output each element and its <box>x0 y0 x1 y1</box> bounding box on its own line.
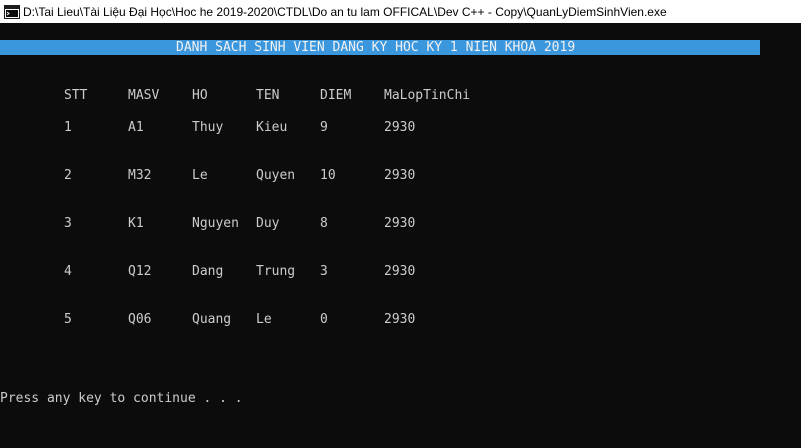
cell-diem: 9 <box>320 120 328 135</box>
cell-diem: 3 <box>320 264 328 279</box>
cell-stt: 1 <box>64 120 72 135</box>
cell-stt: 2 <box>64 168 72 183</box>
column-header-masv: MASV <box>128 88 160 103</box>
cell-masv: M32 <box>128 168 152 183</box>
cell-stt: 5 <box>64 312 72 327</box>
window-title: D:\Tai Lieu\Tài Liệu Đại Học\Hoc he 2019… <box>23 4 667 19</box>
cell-malop: 2930 <box>384 216 416 231</box>
cell-ten: Kieu <box>256 120 288 135</box>
table-row: 1 A1 Thuy Kieu 9 2930 <box>0 120 801 136</box>
table-row: 2 M32 Le Quyen 10 2930 <box>0 168 801 184</box>
column-header-ho: HO <box>192 88 208 103</box>
table-row: 5 Q06 Quang Le 0 2930 <box>0 312 801 328</box>
cell-diem: 10 <box>320 168 336 183</box>
cell-ten: Trung <box>256 264 296 279</box>
cell-malop: 2930 <box>384 120 416 135</box>
console-window: D:\Tai Lieu\Tài Liệu Đại Học\Hoc he 2019… <box>0 0 801 448</box>
table-row: 3 K1 Nguyen Duy 8 2930 <box>0 216 801 232</box>
title-bar[interactable]: D:\Tai Lieu\Tài Liệu Đại Học\Hoc he 2019… <box>0 0 801 23</box>
column-header-malop: MaLopTinChi <box>384 88 471 103</box>
cell-malop: 2930 <box>384 312 416 327</box>
cell-stt: 3 <box>64 216 72 231</box>
column-header-diem: DIEM <box>320 88 352 103</box>
cell-ten: Quyen <box>256 168 296 183</box>
cell-masv: Q06 <box>128 312 152 327</box>
header-banner: DANH SACH SINH VIEN DANG KY HOC KY 1 NIE… <box>0 40 760 55</box>
cell-malop: 2930 <box>384 264 416 279</box>
cell-ho: Le <box>192 168 208 183</box>
cell-diem: 0 <box>320 312 328 327</box>
cell-ho: Thuy <box>192 120 224 135</box>
column-header-ten: TEN <box>256 88 280 103</box>
cell-ho: Nguyen <box>192 216 239 231</box>
cell-masv: K1 <box>128 216 144 231</box>
cell-ten: Le <box>256 312 272 327</box>
cell-malop: 2930 <box>384 168 416 183</box>
column-header-stt: STT <box>64 88 88 103</box>
cell-masv: Q12 <box>128 264 152 279</box>
continue-prompt: Press any key to continue . . . <box>0 391 243 406</box>
console-output: DANH SACH SINH VIEN DANG KY HOC KY 1 NIE… <box>0 23 801 448</box>
cell-diem: 8 <box>320 216 328 231</box>
cell-masv: A1 <box>128 120 144 135</box>
cell-ho: Dang <box>192 264 224 279</box>
banner-title: DANH SACH SINH VIEN DANG KY HOC KY 1 NIE… <box>176 40 576 55</box>
console-app-icon <box>4 4 20 20</box>
cell-ho: Quang <box>192 312 232 327</box>
table-row: 4 Q12 Dang Trung 3 2930 <box>0 264 801 280</box>
cell-ten: Duy <box>256 216 280 231</box>
cell-stt: 4 <box>64 264 72 279</box>
